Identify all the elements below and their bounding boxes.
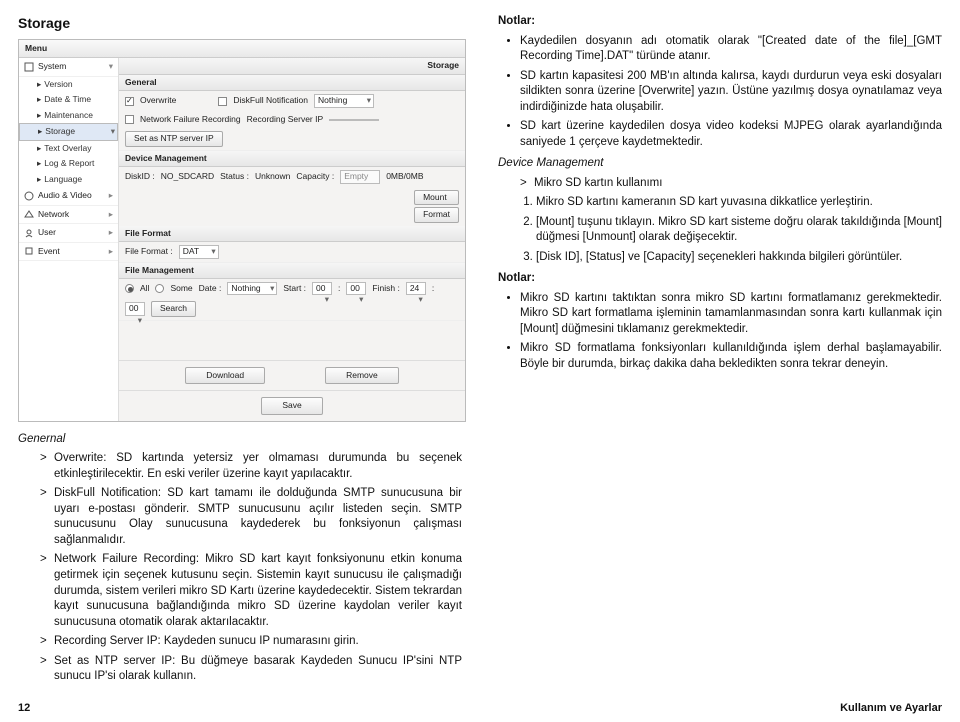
heading-notes-2: Notlar: — [498, 271, 942, 287]
heading-devmgmt: Device Management — [498, 156, 942, 172]
diskfull-checkbox[interactable] — [218, 97, 227, 106]
page-footer-right: Kullanım ve Ayarlar — [840, 701, 942, 716]
finish-h[interactable]: 24 — [406, 282, 426, 295]
capacity-unit: 0MB/0MB — [386, 171, 423, 182]
list-item: Mikro SD kartın kullanımı — [520, 176, 942, 192]
finish-label: Finish : — [372, 283, 399, 294]
date-label: Date : — [199, 283, 222, 294]
side-storage[interactable]: ▸Storage — [19, 123, 118, 140]
side-event[interactable]: Event▸ — [19, 243, 118, 261]
side-network[interactable]: Network▸ — [19, 206, 118, 224]
side-user[interactable]: User▸ — [19, 224, 118, 242]
recserver-input[interactable] — [329, 119, 379, 121]
list-item: Recording Server IP: Kaydeden sunucu IP … — [40, 634, 462, 650]
side-maintenance[interactable]: ▸Maintenance — [19, 108, 118, 123]
page-number: 12 — [18, 701, 30, 716]
start-label: Start : — [283, 283, 306, 294]
audio-icon — [24, 191, 34, 201]
sd-steps: Mikro SD kartını kameranın SD kart yuvas… — [498, 195, 942, 265]
diskid-value: NO_SDCARD — [161, 171, 214, 182]
diskid-label: DiskID : — [125, 171, 155, 182]
notes-list-2: Mikro SD kartını taktıktan sonra mikro S… — [498, 291, 942, 373]
heading-genernal: Genernal — [18, 432, 462, 448]
pane-fileformat-head: File Format — [119, 226, 465, 242]
list-item: Mikro SD formatlama fonksiyonları kullan… — [520, 341, 942, 372]
screenshot-storage: Menu System ▾ ▸Version ▸Date & Time ▸Mai… — [18, 39, 466, 422]
ntp-button[interactable]: Set as NTP server IP — [125, 131, 223, 146]
overwrite-label: Overwrite — [140, 95, 176, 106]
fileformat-select[interactable]: DAT — [179, 245, 219, 258]
devmgmt-list: Mikro SD kartın kullanımı — [498, 176, 942, 192]
start-h[interactable]: 00 — [312, 282, 332, 295]
side-system[interactable]: System ▾ — [19, 58, 118, 76]
side-language[interactable]: ▸Language — [19, 172, 118, 187]
pane-devmgmt-head: Device Management — [119, 151, 465, 167]
diskfull-label: DiskFull Notification — [233, 95, 308, 106]
list-item: SD kart üzerine kaydedilen dosya video k… — [520, 119, 942, 150]
pane-tab-storage: Storage — [119, 58, 465, 74]
start-m[interactable]: 00 — [346, 282, 366, 295]
list-item: DiskFull Notification: SD kart tamamı il… — [40, 486, 462, 548]
heading-notes: Notlar: — [498, 14, 942, 30]
title-storage: Storage — [18, 14, 462, 33]
side-datetime[interactable]: ▸Date & Time — [19, 92, 118, 107]
finish-m[interactable]: 00 — [125, 302, 145, 315]
system-icon — [24, 62, 34, 72]
date-select[interactable]: Nothing — [227, 282, 277, 295]
capacity-label: Capacity : — [296, 171, 334, 182]
list-item: Kaydedilen dosyanın adı otomatik olarak … — [520, 34, 942, 65]
menu-bar: Menu — [19, 40, 465, 58]
recserver-label: Recording Server IP — [247, 114, 324, 125]
status-value: Unknown — [255, 171, 290, 182]
list-item: SD kartın kapasitesi 200 MB'ın altında k… — [520, 69, 942, 116]
format-button[interactable]: Format — [414, 207, 459, 222]
side-version[interactable]: ▸Version — [19, 77, 118, 92]
save-button[interactable]: Save — [261, 397, 322, 414]
event-icon — [24, 246, 34, 256]
search-button[interactable]: Search — [151, 301, 196, 316]
list-item: Mikro SD kartını kameranın SD kart yuvas… — [536, 195, 942, 211]
all-radio[interactable] — [125, 284, 134, 293]
netfail-checkbox[interactable] — [125, 115, 134, 124]
list-item: Network Failure Recording: Mikro SD kart… — [40, 552, 462, 630]
list-item: Mikro SD kartını taktıktan sonra mikro S… — [520, 291, 942, 338]
general-list: Overwrite: SD kartında yetersiz yer olma… — [18, 451, 462, 684]
side-label: System — [38, 61, 66, 72]
side-audiovideo[interactable]: Audio & Video▸ — [19, 187, 118, 205]
side-textoverlay[interactable]: ▸Text Overlay — [19, 141, 118, 156]
notes-list-1: Kaydedilen dosyanın adı otomatik olarak … — [498, 34, 942, 151]
side-logreport[interactable]: ▸Log & Report — [19, 156, 118, 171]
all-label: All — [140, 283, 149, 294]
remove-button[interactable]: Remove — [325, 367, 399, 384]
some-label: Some — [170, 283, 192, 294]
some-radio[interactable] — [155, 284, 164, 293]
download-button[interactable]: Download — [185, 367, 265, 384]
list-item: Set as NTP server IP: Bu düğmeye basarak… — [40, 654, 462, 685]
chevron-down-icon: ▾ — [109, 61, 113, 72]
user-icon — [24, 228, 34, 238]
pane-general-head: General — [119, 75, 465, 91]
status-label: Status : — [220, 171, 249, 182]
diskfull-select[interactable]: Nothing — [314, 94, 374, 107]
list-item: [Mount] tuşunu tıklayın. Mikro SD kart s… — [536, 215, 942, 246]
capacity-field: Empty — [340, 170, 380, 183]
pane-filemgmt-head: File Management — [119, 263, 465, 279]
mount-button[interactable]: Mount — [414, 190, 459, 205]
overwrite-checkbox[interactable] — [125, 97, 134, 106]
list-item: Overwrite: SD kartında yetersiz yer olma… — [40, 451, 462, 482]
fileformat-label: File Format : — [125, 246, 173, 257]
pane-storage: Storage General Overwrite DiskFull Notif… — [119, 58, 465, 421]
netfail-label: Network Failure Recording — [140, 114, 241, 125]
network-icon — [24, 209, 34, 219]
side-tree: System ▾ ▸Version ▸Date & Time ▸Maintena… — [19, 58, 119, 421]
list-item: [Disk ID], [Status] ve [Capacity] seçene… — [536, 250, 942, 266]
